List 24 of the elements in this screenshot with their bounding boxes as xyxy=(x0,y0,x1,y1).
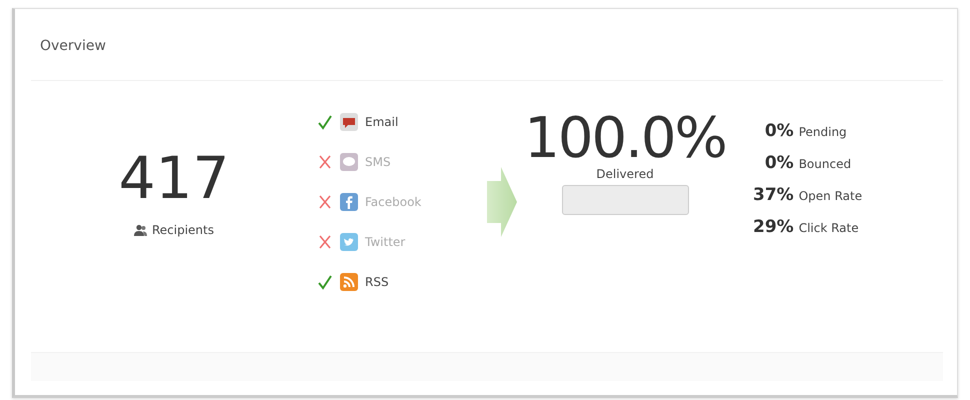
bird-icon xyxy=(340,233,358,251)
stat-label: Open Rate xyxy=(798,189,862,203)
arrow-icon xyxy=(487,167,517,237)
stat-label: Bounced xyxy=(798,157,852,171)
stat-value: 0% xyxy=(764,153,794,173)
channel-label: Twitter xyxy=(365,235,406,249)
recipient-count: 417 xyxy=(118,149,230,207)
delivered-label: Delivered xyxy=(596,167,654,181)
panel-title: Overview xyxy=(31,9,943,81)
channel-label: SMS xyxy=(365,155,391,169)
stat-label: Click Rate xyxy=(798,221,860,235)
channel-label: RSS xyxy=(365,275,389,289)
facebook-icon xyxy=(340,193,358,211)
stat-value: 37% xyxy=(753,185,794,205)
rss-icon xyxy=(340,273,358,291)
delivered-percentage: 100.0% xyxy=(524,111,726,167)
stat-label: Pending xyxy=(798,125,848,139)
channel-label: Facebook xyxy=(365,195,422,209)
channel-label: Email xyxy=(365,115,398,129)
stat-value: 0% xyxy=(764,121,794,141)
chat-icon xyxy=(340,153,358,171)
people-icon xyxy=(134,224,147,236)
recipients-label: Recipients xyxy=(152,223,214,237)
stat-value: 29% xyxy=(753,217,794,237)
